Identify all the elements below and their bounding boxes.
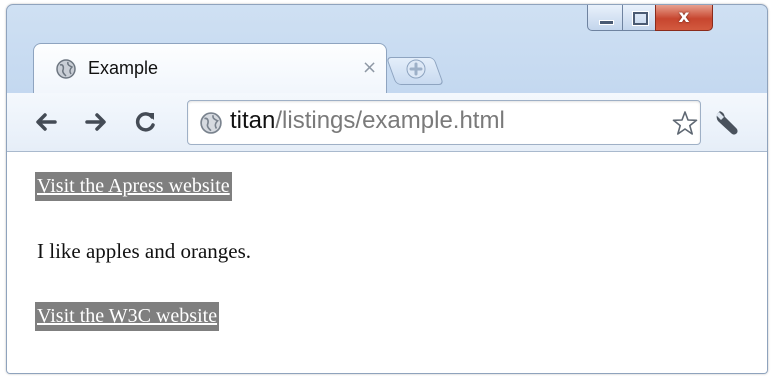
address-path: /listings/example.html — [275, 107, 505, 134]
address-bar[interactable]: titan/listings/example.html — [187, 100, 701, 145]
tab-title: Example — [88, 58, 159, 78]
minimize-icon — [599, 20, 614, 25]
apress-link[interactable]: Visit the Apress website — [35, 172, 232, 201]
globe-icon — [200, 112, 222, 134]
maximize-button[interactable] — [622, 5, 656, 31]
tab-close-icon[interactable]: × — [362, 57, 377, 78]
forward-arrow-icon[interactable] — [83, 109, 109, 135]
close-icon: x — [678, 7, 690, 27]
wrench-icon[interactable] — [713, 108, 741, 136]
w3c-link[interactable]: Visit the W3C website — [35, 302, 220, 331]
paragraph: I like apples and oranges. — [37, 239, 252, 263]
globe-icon — [56, 59, 76, 79]
address-url: titan/listings/example.html — [230, 107, 505, 135]
address-host: titan — [230, 107, 276, 134]
tab-example[interactable]: Example × — [33, 43, 387, 94]
reload-icon[interactable] — [133, 109, 159, 135]
maximize-icon — [633, 12, 648, 25]
new-tab-icon — [406, 59, 426, 79]
close-button[interactable]: x — [655, 5, 713, 31]
back-arrow-icon[interactable] — [33, 109, 59, 135]
minimize-button[interactable] — [587, 5, 623, 31]
browser-window: x Example × titan/listings/example.html — [6, 4, 768, 374]
star-icon[interactable] — [672, 110, 698, 136]
page-content: Visit the Apress website I like apples a… — [7, 152, 767, 373]
